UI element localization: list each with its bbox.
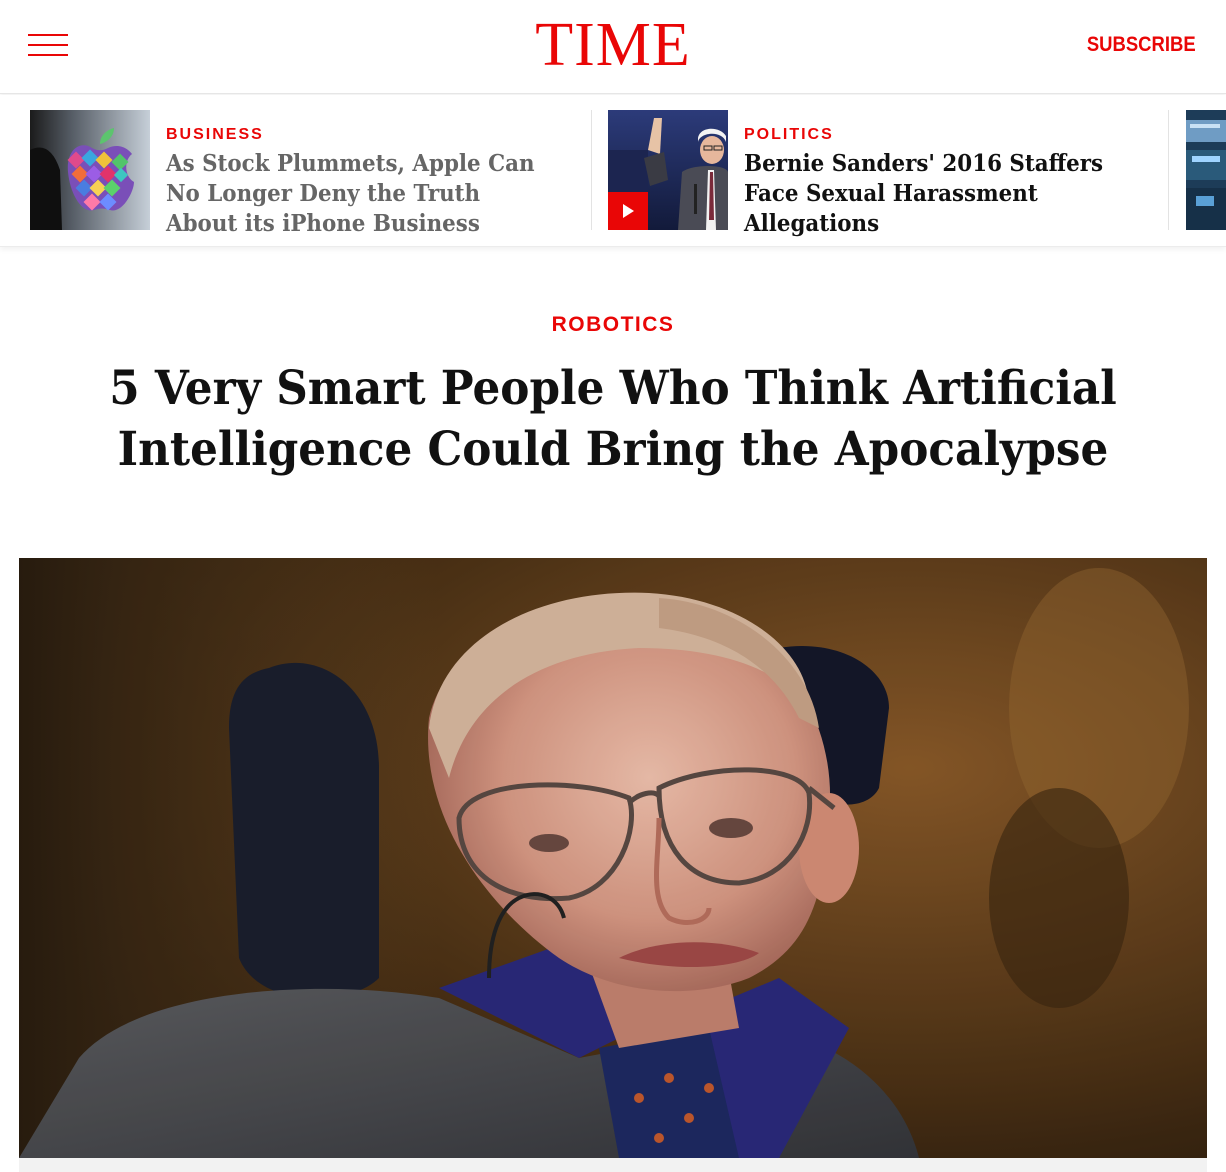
card-divider bbox=[591, 110, 592, 230]
play-icon bbox=[623, 204, 634, 218]
site-header: TIME SUBSCRIBE bbox=[0, 0, 1226, 94]
video-badge[interactable] bbox=[608, 192, 648, 230]
trending-headline[interactable]: As Stock Plummets, Apple Can No Longer D… bbox=[166, 149, 557, 239]
hero-image bbox=[19, 558, 1207, 1158]
apple-logo-thumbnail[interactable] bbox=[30, 110, 150, 230]
trending-kicker[interactable]: BUSINESS bbox=[166, 126, 264, 144]
trending-strip: BUSINESS As Stock Plummets, Apple Can No… bbox=[0, 95, 1226, 247]
card-divider bbox=[1168, 110, 1169, 230]
subscribe-link[interactable]: SUBSCRIBE bbox=[1087, 33, 1196, 57]
trending-headline[interactable]: Bernie Sanders' 2016 Staffers Face Sexua… bbox=[744, 149, 1116, 239]
time-logo[interactable]: TIME bbox=[0, 10, 1226, 80]
trending-card-politics[interactable]: POLITICS Bernie Sanders' 2016 Staffers F… bbox=[608, 110, 1163, 237]
article-section-label[interactable]: ROBOTICS bbox=[0, 313, 1226, 337]
trending-card-partial[interactable] bbox=[1186, 110, 1226, 230]
bernie-sanders-thumbnail[interactable] bbox=[608, 110, 728, 230]
article-title: 5 Very Smart People Who Think Artificial… bbox=[109, 361, 1117, 477]
trending-kicker[interactable]: POLITICS bbox=[744, 126, 834, 144]
hero-caption-bar bbox=[19, 1158, 1207, 1172]
trending-card-business[interactable]: BUSINESS As Stock Plummets, Apple Can No… bbox=[30, 110, 585, 237]
stock-exchange-thumbnail[interactable] bbox=[1186, 110, 1226, 230]
